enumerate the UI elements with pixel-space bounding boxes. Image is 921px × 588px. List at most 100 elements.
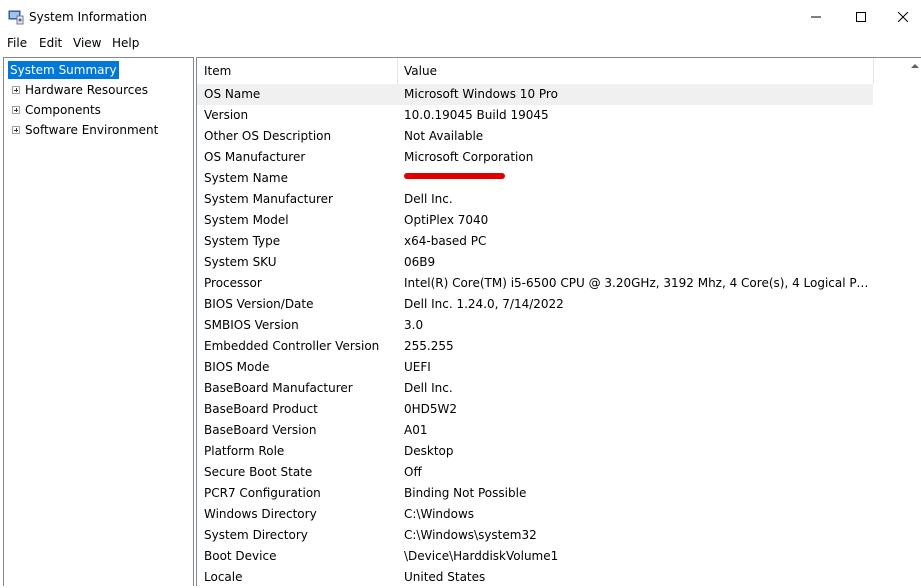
table-row[interactable]: Embedded Controller Version 255.255 <box>197 336 873 357</box>
row-item: System Directory <box>204 528 308 542</box>
table-row[interactable]: System Type x64-based PC <box>197 231 873 252</box>
row-item: Processor <box>204 276 262 290</box>
row-value: x64-based PC <box>404 234 487 248</box>
table-row[interactable]: Windows Directory C:\Windows <box>197 504 873 525</box>
tree-item-label: Components <box>25 103 101 117</box>
row-value: Microsoft Corporation <box>404 150 534 164</box>
category-tree[interactable]: System Summary Hardware Resources Compon… <box>3 57 194 586</box>
row-item: Windows Directory <box>204 507 317 521</box>
table-row[interactable]: Processor Intel(R) Core(TM) i5-6500 CPU @… <box>197 273 873 294</box>
system-information-app-icon <box>8 10 24 25</box>
row-item: BIOS Mode <box>204 360 270 374</box>
table-row[interactable]: Other OS Description Not Available <box>197 126 873 147</box>
row-value: Desktop <box>404 444 454 458</box>
maximize-icon <box>856 12 866 22</box>
table-row[interactable]: Platform Role Desktop <box>197 441 873 462</box>
row-item: BIOS Version/Date <box>204 297 314 311</box>
expand-icon[interactable] <box>12 86 20 94</box>
vertical-scrollbar[interactable] <box>908 58 921 586</box>
row-item: Secure Boot State <box>204 465 313 479</box>
tree-item-label: Software Environment <box>25 123 159 137</box>
row-item: OS Name <box>204 87 261 101</box>
window-title: System Information <box>29 10 148 24</box>
row-value: C:\Windows <box>404 507 475 521</box>
table-row[interactable]: OS Manufacturer Microsoft Corporation <box>197 147 873 168</box>
expand-icon[interactable] <box>12 126 20 134</box>
row-value: Intel(R) Core(TM) i5-6500 CPU @ 3.20GHz,… <box>404 276 869 290</box>
row-value: Dell Inc. <box>404 381 453 395</box>
row-item: System Manufacturer <box>204 192 333 206</box>
tree-item-system-summary[interactable]: System Summary <box>8 61 119 79</box>
table-row[interactable]: BaseBoard Manufacturer Dell Inc. <box>197 378 873 399</box>
minimize-icon <box>811 16 821 18</box>
column-divider[interactable] <box>873 58 874 84</box>
table-row[interactable]: PCR7 Configuration Binding Not Possible <box>197 483 873 504</box>
redaction-mark <box>404 173 505 179</box>
close-button[interactable] <box>880 0 921 34</box>
row-value: Not Available <box>404 129 484 143</box>
expand-icon[interactable] <box>12 106 20 114</box>
row-item: BaseBoard Manufacturer <box>204 381 353 395</box>
row-item: Version <box>204 108 249 122</box>
row-item: Other OS Description <box>204 129 332 143</box>
table-row[interactable]: System Directory C:\Windows\system32 <box>197 525 873 546</box>
minimize-button[interactable] <box>793 0 839 34</box>
table-row[interactable]: SMBIOS Version 3.0 <box>197 315 873 336</box>
table-row[interactable]: BaseBoard Version A01 <box>197 420 873 441</box>
column-header-value[interactable]: Value <box>404 64 437 78</box>
row-value: OptiPlex 7040 <box>404 213 489 227</box>
row-item: Platform Role <box>204 444 285 458</box>
close-icon <box>898 12 908 22</box>
row-value: UEFI <box>404 360 431 374</box>
menu-view[interactable]: View <box>73 36 101 50</box>
row-item: System Type <box>204 234 281 248</box>
row-value: Microsoft Windows 10 Pro <box>404 87 558 101</box>
row-value: Binding Not Possible <box>404 486 527 500</box>
row-item: BaseBoard Product <box>204 402 318 416</box>
table-row[interactable]: System Model OptiPlex 7040 <box>197 210 873 231</box>
details-list[interactable]: Item Value OS Name Microsoft Windows 10 P… <box>196 57 921 586</box>
row-item: Locale <box>204 570 243 584</box>
menu-help[interactable]: Help <box>112 36 139 50</box>
column-divider[interactable] <box>397 58 398 84</box>
column-header-item[interactable]: Item <box>204 64 231 78</box>
row-item: SMBIOS Version <box>204 318 299 332</box>
table-row[interactable]: System Manufacturer Dell Inc. <box>197 189 873 210</box>
menu-edit[interactable]: Edit <box>39 36 62 50</box>
table-row[interactable]: System Name <box>197 168 873 189</box>
row-item: System Model <box>204 213 289 227</box>
row-item: System Name <box>204 171 288 185</box>
row-value: Dell Inc. <box>404 192 453 206</box>
table-row[interactable]: BaseBoard Product 0HD5W2 <box>197 399 873 420</box>
row-value: Dell Inc. 1.24.0, 7/14/2022 <box>404 297 564 311</box>
row-item: System SKU <box>204 255 277 269</box>
row-value: United States <box>404 570 486 584</box>
menu-file[interactable]: File <box>7 36 27 50</box>
table-row[interactable]: Boot Device \Device\HarddiskVolume1 <box>197 546 873 567</box>
table-row[interactable]: Version 10.0.19045 Build 19045 <box>197 105 873 126</box>
row-value: C:\Windows\system32 <box>404 528 537 542</box>
row-item: Embedded Controller Version <box>204 339 380 353</box>
maximize-button[interactable] <box>838 0 884 34</box>
row-value: 10.0.19045 Build 19045 <box>404 108 549 122</box>
table-row[interactable]: OS Name Microsoft Windows 10 Pro <box>197 84 873 105</box>
table-row[interactable]: BIOS Mode UEFI <box>197 357 873 378</box>
row-item: Boot Device <box>204 549 277 563</box>
table-row[interactable]: BIOS Version/Date Dell Inc. 1.24.0, 7/14/… <box>197 294 873 315</box>
menu-bar: File Edit View Help <box>0 34 921 54</box>
row-value: 3.0 <box>404 318 424 332</box>
table-row[interactable]: System SKU 06B9 <box>197 252 873 273</box>
tree-item-label: Hardware Resources <box>25 83 149 97</box>
title-bar: System Information <box>0 0 921 34</box>
row-value: \Device\HarddiskVolume1 <box>404 549 559 563</box>
row-value: 0HD5W2 <box>404 402 458 416</box>
table-row[interactable]: Secure Boot State Off <box>197 462 873 483</box>
scroll-up-arrow-icon[interactable] <box>911 64 919 68</box>
row-item: BaseBoard Version <box>204 423 317 437</box>
row-value: 06B9 <box>404 255 436 269</box>
row-item: PCR7 Configuration <box>204 486 321 500</box>
row-value: Off <box>404 465 422 479</box>
row-value: A01 <box>404 423 428 437</box>
column-header-row: Item Value <box>197 58 874 85</box>
row-item: OS Manufacturer <box>204 150 306 164</box>
